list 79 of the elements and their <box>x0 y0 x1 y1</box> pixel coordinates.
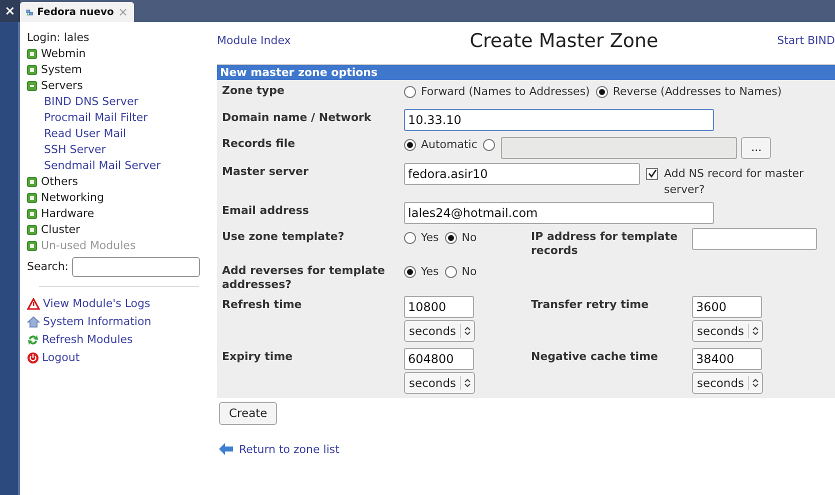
close-button[interactable]: × <box>0 0 20 22</box>
unit-select[interactable]: seconds <box>404 320 476 342</box>
text-field[interactable] <box>692 228 817 250</box>
category-item[interactable]: Servers <box>41 78 83 94</box>
field-label: Negative cache time <box>531 348 659 364</box>
radio-label: Yes <box>421 230 439 246</box>
module-link[interactable]: BIND DNS Server <box>44 94 209 110</box>
radio-label: Forward (Names to Addresses) <box>421 84 590 100</box>
module-link[interactable]: Read User Mail <box>44 126 209 142</box>
number-field[interactable]: 10800 <box>404 296 474 318</box>
checkbox-label: Add NS record for master server? <box>664 166 805 198</box>
radio-label: Yes <box>421 264 439 280</box>
radio-label: No <box>462 230 477 246</box>
field-label: Transfer retry time <box>531 296 650 312</box>
chevron-icon <box>752 326 760 336</box>
category-item[interactable]: Hardware <box>41 206 94 222</box>
create-button[interactable]: Create <box>219 402 278 425</box>
power-icon <box>27 352 39 364</box>
chevron-icon <box>752 378 760 388</box>
field-label: Use zone template? <box>222 228 346 244</box>
sidebar-link[interactable]: View Module's Logs <box>27 295 209 313</box>
radio-button[interactable] <box>404 266 416 278</box>
chevron-icon <box>464 378 472 388</box>
module-link[interactable]: SSH Server <box>44 142 209 158</box>
unit-select[interactable]: seconds <box>692 372 764 394</box>
sidebar-link[interactable]: System Information <box>27 313 209 331</box>
field-label: Expiry time <box>222 348 294 364</box>
category-item[interactable]: Cluster <box>41 222 80 238</box>
module-link[interactable]: Procmail Mail Filter <box>44 110 209 126</box>
field-label: Records file <box>222 136 296 151</box>
field-label: Domain name / Network <box>222 110 372 125</box>
search-label: Search: <box>27 259 68 275</box>
field-label: Zone type <box>222 83 286 98</box>
text-field[interactable]: lales24@hotmail.com <box>404 202 714 224</box>
category-item[interactable]: Webmin <box>41 46 86 62</box>
category-item[interactable]: Networking <box>41 190 104 206</box>
unit-select[interactable]: seconds <box>404 372 476 394</box>
radio-button[interactable] <box>483 139 496 151</box>
category-item[interactable]: Others <box>41 174 78 190</box>
chevron-icon <box>464 326 472 336</box>
browse-button[interactable]: ... <box>741 136 772 159</box>
text-field[interactable]: fedora.asir10 <box>404 162 640 185</box>
collapse-icon[interactable] <box>27 81 37 91</box>
module-link[interactable]: Sendmail Mail Server <box>44 158 209 174</box>
radio-label: Automatic <box>421 137 478 153</box>
checkbox[interactable] <box>646 168 658 180</box>
back-arrow-icon <box>219 443 233 456</box>
sidebar-link[interactable]: Logout <box>27 349 209 367</box>
page-title: Create Master Zone <box>470 30 658 52</box>
field-label: IP address for template records <box>531 228 679 258</box>
text-field[interactable]: 10.33.10 <box>404 109 714 131</box>
radio-label: No <box>462 264 477 280</box>
refresh-icon <box>27 334 39 346</box>
number-field[interactable]: 3600 <box>692 296 762 318</box>
search-field[interactable] <box>72 257 200 277</box>
unit-select[interactable]: seconds <box>692 320 764 342</box>
form-title: New master zone options <box>217 65 835 80</box>
category-item[interactable]: System <box>41 62 82 78</box>
radio-label: Reverse (Addresses to Names) <box>612 84 782 100</box>
field-label: Add reverses for template addresses? <box>222 262 386 292</box>
module-index-link[interactable]: Module Index <box>217 30 291 47</box>
radio-button[interactable] <box>596 86 608 98</box>
radio-button[interactable] <box>444 232 457 244</box>
sidebar-link[interactable]: Refresh Modules <box>27 331 209 349</box>
window-tab[interactable]: Fedora nuevo × <box>20 2 134 22</box>
radio-button[interactable] <box>404 232 416 244</box>
house-icon <box>27 316 40 328</box>
number-field[interactable]: 604800 <box>404 348 474 370</box>
field-label: Master server <box>222 164 310 179</box>
field-label: Refresh time <box>222 296 303 312</box>
start-link[interactable]: Start BIND <box>777 30 835 47</box>
field-label: Email address <box>222 202 310 218</box>
radio-button[interactable] <box>404 139 416 151</box>
return-link[interactable]: Return to zone list <box>219 442 340 456</box>
warning-icon <box>27 298 40 310</box>
radio-button[interactable] <box>404 86 416 98</box>
radio-button[interactable] <box>444 266 457 278</box>
number-field[interactable]: 38400 <box>692 348 762 370</box>
login-label: Login: lales <box>27 30 90 46</box>
